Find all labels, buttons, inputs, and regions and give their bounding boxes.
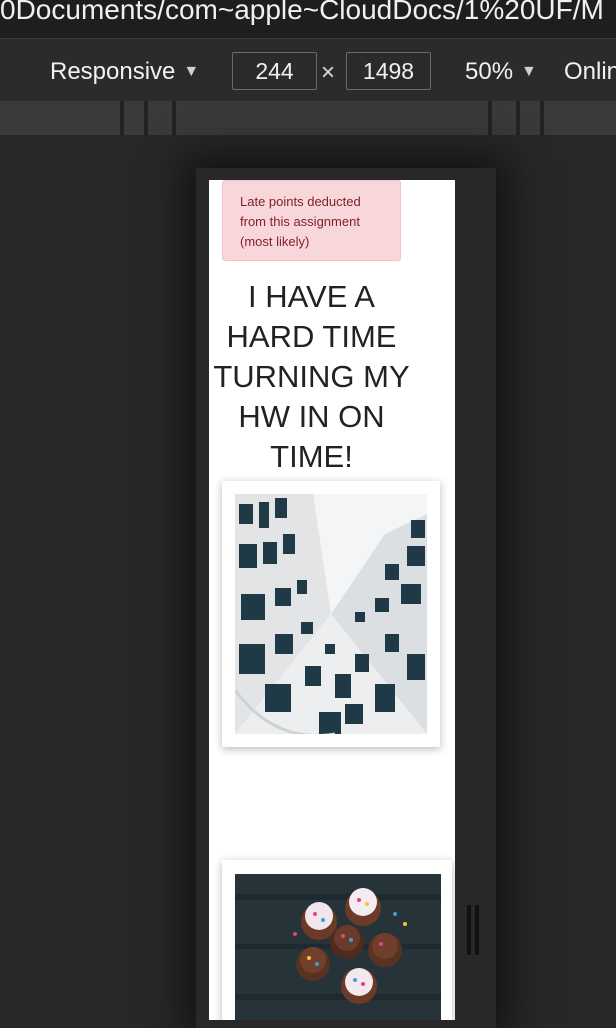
building-image-card: [222, 481, 440, 747]
media-query-segment[interactable]: [492, 101, 516, 135]
zoom-label: 50%: [465, 58, 514, 85]
throttling-dropdown[interactable]: Onlin: [564, 58, 616, 86]
media-query-segment[interactable]: [124, 101, 144, 135]
chevron-down-icon: ▼: [183, 63, 200, 80]
chevron-down-icon: ▼: [521, 63, 537, 80]
late-points-alert: Late points deducted from this assignmen…: [222, 180, 401, 261]
device-toolbar: Responsive ▼ 244 × 1498 50% ▼ Onlin: [0, 38, 616, 102]
media-query-bar: [0, 101, 616, 135]
cupcakes-image-card: [222, 860, 452, 1020]
url-text: 0Documents/com~apple~CloudDocs/1%20UF/M: [0, 0, 604, 25]
media-query-segment[interactable]: [520, 101, 540, 135]
media-query-segment[interactable]: [148, 101, 172, 135]
building-photo: [235, 494, 427, 734]
media-query-segment[interactable]: [176, 101, 488, 135]
device-mode-dropdown[interactable]: Responsive ▼: [50, 58, 199, 86]
page-heading: I HAVE A HARD TIME TURNING MY HW IN ON T…: [213, 279, 410, 474]
viewport-width-input[interactable]: 244: [232, 52, 317, 90]
dimension-separator: ×: [321, 59, 336, 86]
zoom-dropdown[interactable]: 50% ▼: [465, 58, 537, 86]
viewport-height-input[interactable]: 1498: [346, 52, 431, 90]
media-query-segment[interactable]: [0, 101, 120, 135]
media-query-segment[interactable]: [544, 101, 616, 135]
address-bar[interactable]: 0Documents/com~apple~CloudDocs/1%20UF/M: [0, 0, 616, 38]
viewport-resize-handle[interactable]: [467, 905, 481, 955]
cupcakes-photo: [235, 874, 441, 1020]
device-mode-label: Responsive: [50, 58, 176, 85]
device-viewport: Late points deducted from this assignmen…: [209, 180, 455, 1020]
